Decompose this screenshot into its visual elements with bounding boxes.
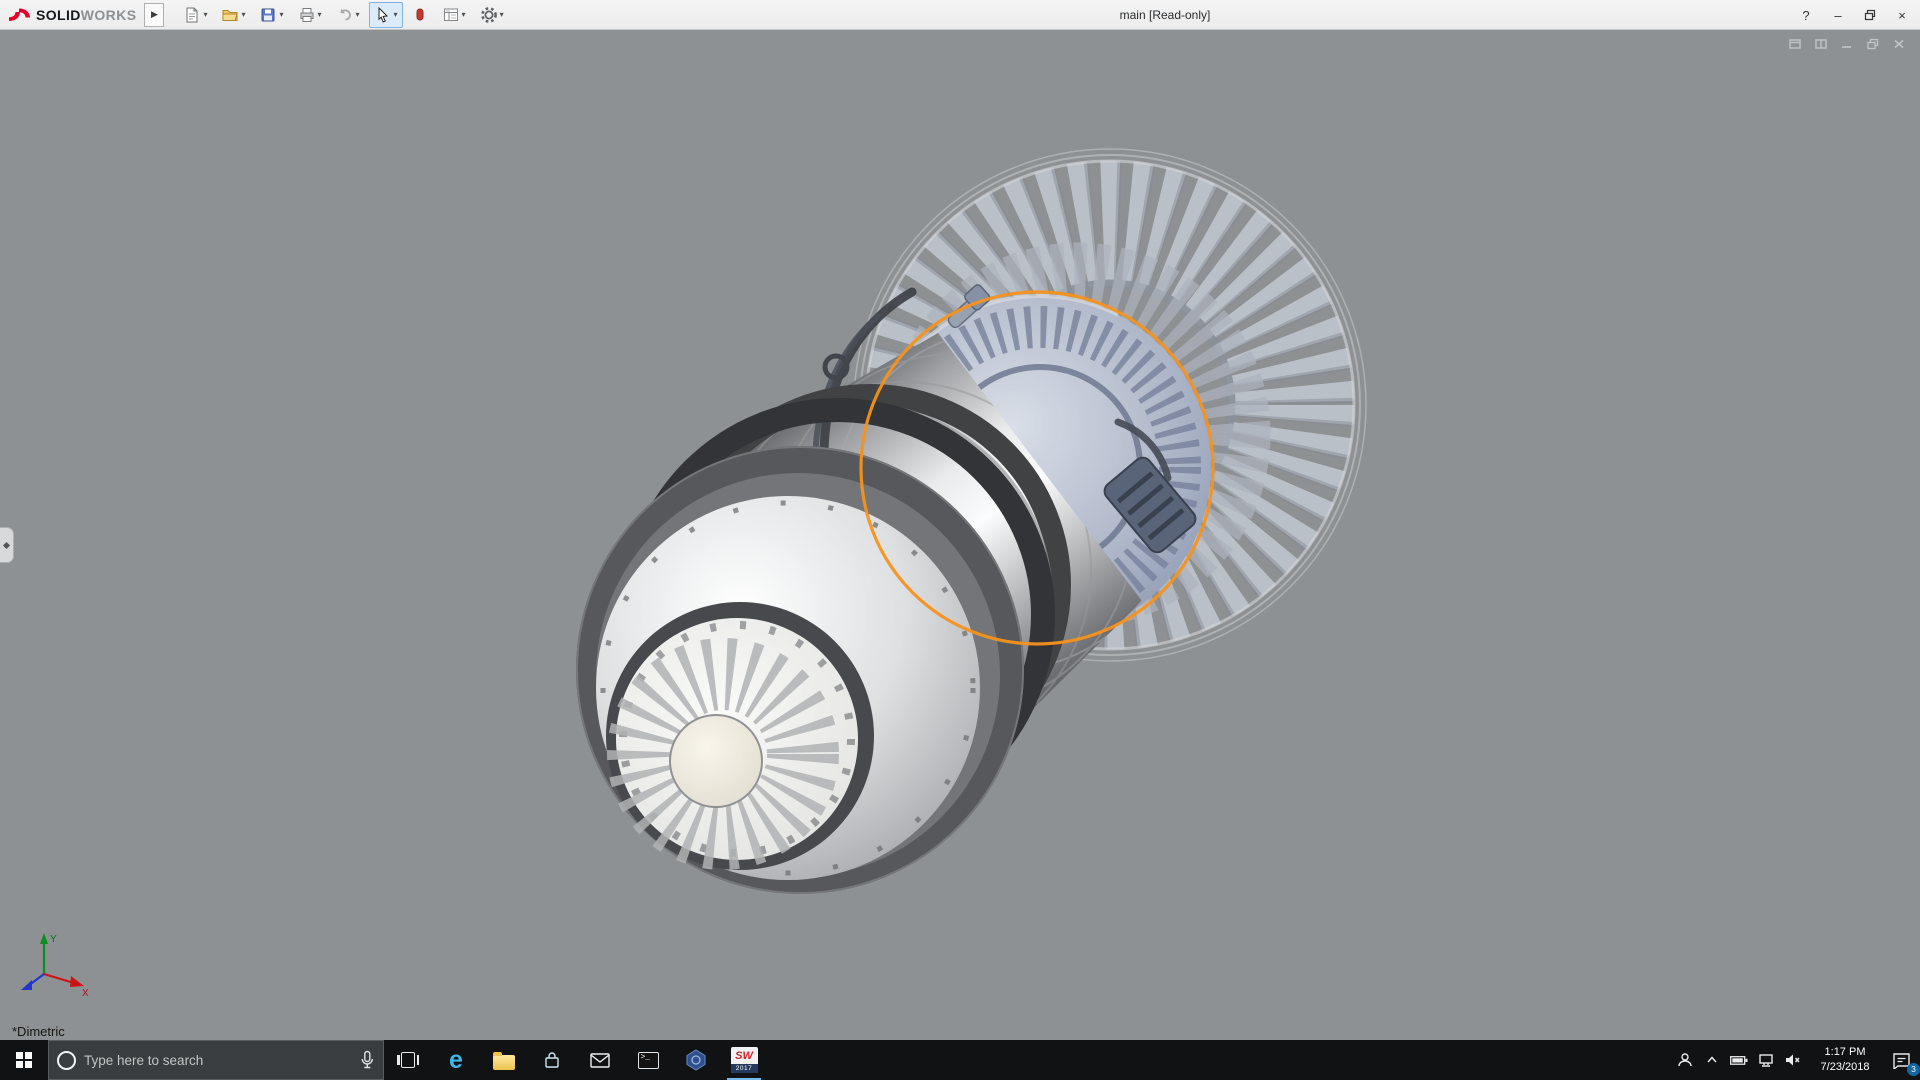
doc-close-button[interactable] <box>1890 37 1908 51</box>
notification-badge: 3 <box>1907 1063 1920 1076</box>
task-view-button[interactable] <box>384 1040 432 1080</box>
taskbar-clock[interactable]: 1:17 PM 7/23/2018 <box>1806 1040 1884 1080</box>
form-editor-icon <box>442 6 460 24</box>
file-explorer-button[interactable] <box>480 1040 528 1080</box>
ethernet-icon <box>1758 1053 1774 1068</box>
start-button[interactable] <box>0 1040 48 1080</box>
close-button[interactable]: × <box>1886 0 1918 30</box>
hexagon-app-button[interactable] <box>672 1040 720 1080</box>
battery-icon <box>1730 1055 1748 1066</box>
people-button[interactable] <box>1671 1040 1698 1080</box>
ds-logo-icon <box>6 6 32 24</box>
undo-button[interactable]: ▾ <box>331 2 365 28</box>
print-icon <box>298 6 316 24</box>
command-prompt-button[interactable]: >_ <box>624 1040 672 1080</box>
solidworks-logo: SOLIDWORKS <box>0 0 144 29</box>
gear-icon <box>480 6 498 24</box>
doc-minimize-button[interactable] <box>1838 37 1856 51</box>
tile-window-icon <box>1814 38 1828 50</box>
taskbar: e >_ SW <box>0 1040 1920 1080</box>
new-window-icon <box>1788 38 1802 50</box>
graphics-viewport[interactable]: Y X *Dimetric <box>0 30 1920 1040</box>
view-orientation-label: *Dimetric <box>12 1024 65 1039</box>
clock-date: 7/23/2018 <box>1821 1060 1870 1075</box>
featuremanager-collapsed-tab[interactable] <box>0 527 14 563</box>
open-folder-icon <box>221 6 239 24</box>
new-document-icon <box>183 6 201 24</box>
task-view-icon <box>397 1052 419 1068</box>
search-input[interactable] <box>84 1053 351 1068</box>
doc-restore-button[interactable] <box>1864 37 1882 51</box>
title-bar: SOLIDWORKS ▶ ▾ ▾ <box>0 0 1920 30</box>
doc-minimize-icon <box>1840 38 1854 50</box>
command-prompt-icon: >_ <box>638 1052 659 1069</box>
print-button[interactable]: ▾ <box>293 2 327 28</box>
settings-button[interactable]: ▾ <box>475 2 509 28</box>
person-icon <box>1677 1052 1693 1068</box>
cortana-icon <box>57 1051 76 1070</box>
save-button[interactable]: ▾ <box>254 2 288 28</box>
hexagon-app-icon <box>686 1049 706 1071</box>
solidworks-2017-icon: SW 2017 <box>731 1047 758 1073</box>
standard-toolbar: ▾ ▾ ▾ <box>178 2 508 28</box>
doc-restore-icon <box>1866 38 1880 50</box>
clock-time: 1:17 PM <box>1825 1045 1866 1060</box>
action-center-button[interactable]: 3 <box>1884 1040 1920 1080</box>
edge-button[interactable]: e <box>432 1040 480 1080</box>
windows-logo-icon <box>16 1052 32 1068</box>
help-button[interactable]: ? <box>1790 0 1822 30</box>
solidworks-window: SOLIDWORKS ▶ ▾ ▾ <box>0 0 1920 1080</box>
doc-tile-window-button[interactable] <box>1812 37 1830 51</box>
appearance-button[interactable] <box>407 2 433 28</box>
speaker-icon <box>1784 1052 1801 1068</box>
form-editor-button[interactable]: ▾ <box>437 2 471 28</box>
minimize-button[interactable]: – <box>1822 0 1854 30</box>
restore-button[interactable] <box>1854 0 1886 30</box>
document-window-controls <box>1786 37 1908 51</box>
select-tool-button[interactable]: ▾ <box>369 2 403 28</box>
solidworks-wordmark: SOLIDWORKS <box>36 7 136 23</box>
doc-close-icon <box>1892 38 1906 50</box>
fm-tab-diamond-icon <box>3 541 10 548</box>
volume-button[interactable] <box>1779 1040 1806 1080</box>
restore-icon <box>1864 9 1876 21</box>
appearance-icon <box>412 6 428 24</box>
new-document-button[interactable]: ▾ <box>178 2 212 28</box>
network-button[interactable] <box>1752 1040 1779 1080</box>
store-button[interactable] <box>528 1040 576 1080</box>
document-title: main [Read-only] <box>1120 8 1211 22</box>
window-controls: ? – × <box>1790 0 1918 30</box>
system-tray: 1:17 PM 7/23/2018 3 <box>1671 1040 1920 1080</box>
engine-3d-model[interactable] <box>0 30 1920 1040</box>
triad-y-label: Y <box>50 934 57 945</box>
battery-button[interactable] <box>1725 1040 1752 1080</box>
store-bag-icon <box>543 1050 561 1070</box>
front-nozzle-assembly <box>576 446 1024 894</box>
open-button[interactable]: ▾ <box>216 2 250 28</box>
edge-icon: e <box>449 1048 463 1073</box>
toolbar-flyout-button[interactable]: ▶ <box>144 3 164 27</box>
orientation-triad: Y X <box>14 926 98 1010</box>
file-explorer-icon <box>493 1055 515 1070</box>
chevron-up-icon <box>1705 1053 1719 1067</box>
microphone-icon[interactable] <box>359 1050 375 1070</box>
mail-envelope-icon <box>590 1053 610 1068</box>
show-hidden-icons-button[interactable] <box>1698 1040 1725 1080</box>
taskbar-search[interactable] <box>48 1040 384 1080</box>
save-floppy-icon <box>259 6 277 24</box>
doc-new-window-button[interactable] <box>1786 37 1804 51</box>
select-cursor-icon <box>374 6 392 24</box>
solidworks-2017-button[interactable]: SW 2017 <box>720 1040 768 1080</box>
triad-x-label: X <box>82 988 89 999</box>
undo-arrow-icon <box>336 6 354 24</box>
mail-button[interactable] <box>576 1040 624 1080</box>
